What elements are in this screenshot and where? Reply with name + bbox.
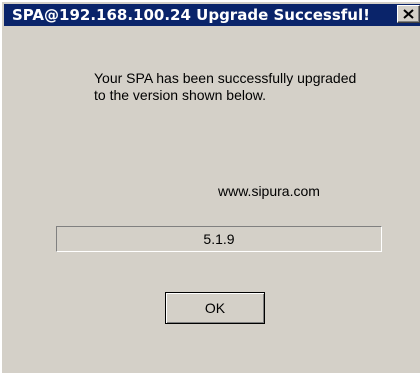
success-message: Your SPA has been successfully upgraded … [94, 70, 357, 103]
close-button[interactable] [397, 5, 420, 23]
version-field: 5.1.9 [56, 226, 382, 252]
ok-button[interactable]: OK [165, 292, 265, 324]
website-label: www.sipura.com [218, 183, 320, 199]
close-icon [403, 9, 414, 19]
upgrade-dialog-window: SPA@192.168.100.24 Upgrade Successful! Y… [0, 0, 420, 373]
title-bar[interactable]: SPA@192.168.100.24 Upgrade Successful! [4, 4, 420, 26]
window-title: SPA@192.168.100.24 Upgrade Successful! [12, 6, 370, 24]
